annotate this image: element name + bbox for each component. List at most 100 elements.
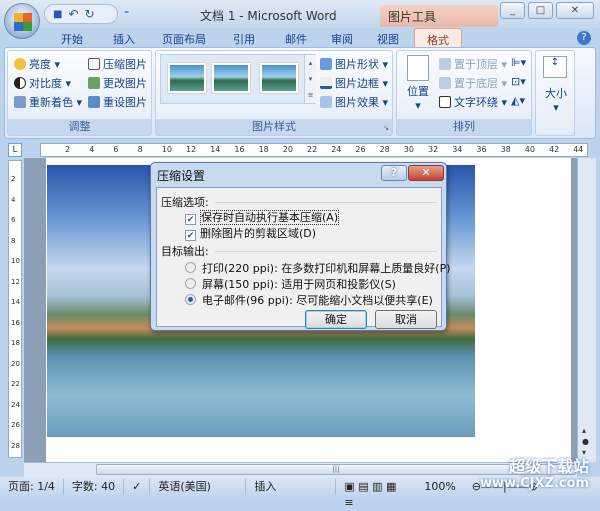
ruler-tick-label: 28 [379,145,390,154]
effects-icon [320,96,332,108]
dialog-help-button[interactable]: ? [381,165,407,181]
contrast-button[interactable]: 对比度 ▾ [14,75,71,91]
browse-buttons[interactable]: ▴ ● ▾ [582,425,589,458]
ruler-tick-label: 6 [11,216,16,224]
group-icon[interactable]: ⊡▾ [511,75,526,88]
watermark: 超级下载站 www.CJXZ.com [480,457,590,491]
picture-border-button[interactable]: 图片边框 ▾ [320,75,388,91]
help-icon[interactable]: ? [577,31,591,45]
tab-mailings[interactable]: 邮件 [270,28,322,48]
reset-picture-button[interactable]: 重设图片 [88,94,147,110]
rotate-icon[interactable]: ◭▾ [511,94,525,107]
office-button[interactable] [4,3,40,39]
tab-page-layout[interactable]: 页面布局 [150,28,218,48]
delete-cropped-label: 删除图片的剪裁区域(D) [200,227,317,240]
picture-shape-button[interactable]: 图片形状 ▾ [320,56,388,72]
shape-icon [320,58,332,70]
horizontal-ruler[interactable]: 2 4 6 8 10 12 14 16 18 20 22 24 26 28 30 32 34 36 38 40 42 44 [40,143,588,157]
ruler-tick-label: 10 [11,257,20,265]
close-button[interactable]: ✕ [556,2,594,19]
dialog-close-button[interactable]: ✕ [408,165,444,181]
compress-pictures-button[interactable]: 压缩图片 [88,56,147,72]
options-header: 压缩选项: [161,196,209,209]
compress-settings-dialog: 压缩设置 ? ✕ 压缩选项: ✔ 保存时自动执行基本压缩(A) ✔ 删除图片的剪裁区… [150,162,451,331]
screen-label: 屏幕(150 ppi): 适用于网页和投影仪(S) [202,278,396,291]
picture-styles-group: ▴ ▾ ≡ 图片形状 ▾ 图片边框 ▾ 图片效果 ▾ 图片样式 ↘ [155,50,393,136]
ruler-tick-label: 18 [11,339,20,347]
radio-icon [185,262,196,273]
size-icon: ↕ [543,56,567,78]
picture-tools-label: 图片工具 [380,5,498,27]
undo-icon[interactable]: ↶ [68,7,78,21]
ruler-tick-label: 22 [307,145,318,154]
ruler-tick-label: 8 [11,236,16,245]
align-icon[interactable]: ⊫▾ [511,56,526,69]
ruler-tick-label: 38 [500,145,511,154]
language[interactable]: 英语(美国) [150,479,247,495]
tab-insert[interactable]: 插入 [98,28,150,48]
print-radio[interactable]: 打印(220 ppi): 在多数打印机和屏幕上质量良好(P) [185,260,451,276]
word-count[interactable]: 字数: 40 [64,479,125,495]
window-title: 文档 1 - Microsoft Word [200,9,337,23]
ruler-tick-label: 14 [11,298,20,306]
change-picture-label: 更改图片 [103,77,147,90]
customize-qat-icon[interactable]: ₌ [124,6,129,17]
tab-home[interactable]: 开始 [46,28,98,48]
ruler-tick-label: 20 [282,145,293,154]
ruler-tick-label: 36 [476,145,487,154]
vertical-ruler[interactable]: 2 4 6 8 10 12 14 16 18 20 22 24 26 28 [8,160,22,458]
style-thumb[interactable] [212,63,250,93]
ruler-tick-label: 2 [65,145,71,154]
tab-selector[interactable]: L [8,143,22,157]
view-buttons[interactable]: ▣ ▤ ▥ ▦ ≡ [336,479,416,509]
redo-icon[interactable]: ↻ [85,7,95,21]
insert-mode[interactable]: 插入 [246,479,337,495]
cancel-button[interactable]: 取消 [375,310,437,329]
arrange-group: 位置 ▾ 置于顶层 ▾ 置于底层 ▾ 文字环绕 ▾ ⊫▾ ⊡▾ ◭▾ 排列 [396,50,532,136]
quick-access-toolbar: ■ ↶ ↻ [44,4,118,24]
position-button[interactable]: 位置 ▾ [403,55,433,112]
basic-compress-checkbox[interactable]: ✔ 保存时自动执行基本压缩(A) [185,209,340,225]
ruler-tick-label: 2 [11,175,16,183]
adjust-group: 亮度 ▾ 对比度 ▾ 重新着色 ▾ 压缩图片 更改图片 重设图片 调整 [7,50,152,136]
save-icon[interactable]: ■ [53,9,62,20]
picture-effects-button[interactable]: 图片效果 ▾ [320,94,388,110]
size-group[interactable]: ↕ 大小 ▾ [535,50,575,136]
text-wrap-icon [439,96,451,108]
send-to-back-button[interactable]: 置于底层 ▾ [439,75,507,91]
ruler-tick-label: 42 [549,145,560,154]
gallery-scroll[interactable]: ▴ ▾ ≡ [304,55,316,103]
tab-view[interactable]: 视图 [362,28,414,48]
radio-selected-icon [185,294,196,305]
ruler-tick-label: 26 [11,421,20,429]
restore-button[interactable]: □ [528,2,553,19]
tab-references[interactable]: 引用 [218,28,270,48]
screen-radio[interactable]: 屏幕(150 ppi): 适用于网页和投影仪(S) [185,276,396,292]
tab-review[interactable]: 审阅 [322,28,362,48]
tab-format[interactable]: 格式 [414,28,462,48]
delete-cropped-checkbox[interactable]: ✔ 删除图片的剪裁区域(D) [185,225,316,241]
zoom-level[interactable]: 100% [416,479,463,495]
recolor-button[interactable]: 重新着色 ▾ [14,94,82,110]
send-back-icon [439,77,451,89]
ok-button[interactable]: 确定 [305,310,367,329]
change-picture-button[interactable]: 更改图片 [88,75,147,91]
text-wrap-button[interactable]: 文字环绕 ▾ [439,94,507,110]
ruler-tick-label: 32 [428,145,439,154]
brightness-button[interactable]: 亮度 ▾ [14,56,60,72]
minimize-button[interactable]: _ [500,2,525,19]
recolor-label: 重新着色 [29,96,73,109]
page-count[interactable]: 页面: 1/4 [0,479,64,495]
dialog-launcher-icon[interactable]: ↘ [383,124,389,132]
send-back-label: 置于底层 [454,77,498,90]
ruler-tick-label: 4 [11,195,16,204]
contrast-icon [14,77,26,89]
proofing-icon[interactable]: ✓ [124,479,151,495]
bring-to-front-button[interactable]: 置于顶层 ▾ [439,56,507,72]
vertical-scrollbar[interactable]: ▴ ● ▾ [577,158,596,462]
style-thumb[interactable] [260,63,298,93]
position-icon [407,55,429,81]
style-thumb[interactable] [168,63,206,93]
email-radio[interactable]: 电子邮件(96 ppi): 尽可能缩小文档以便共享(E) [185,292,433,308]
brightness-label: 亮度 [29,58,51,71]
